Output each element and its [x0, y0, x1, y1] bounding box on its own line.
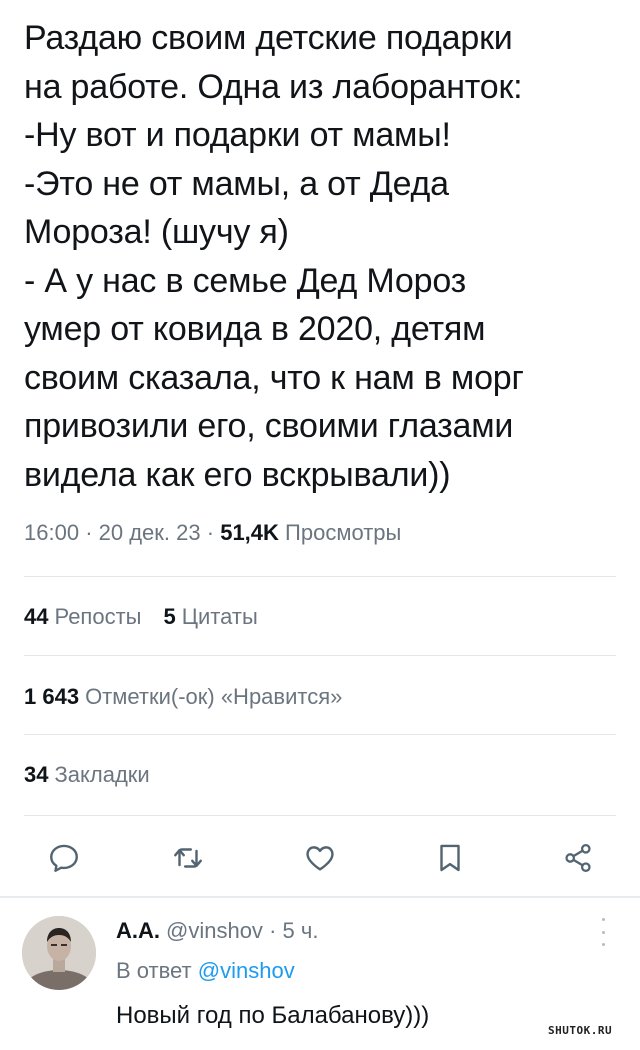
- bookmarks-label: Закладки: [54, 762, 150, 787]
- meta-separator: ·: [85, 520, 93, 545]
- retweet-icon: [174, 848, 202, 868]
- bookmarks-count: 34: [24, 762, 49, 787]
- bookmarks-stat[interactable]: 34 Закладки: [24, 762, 150, 788]
- action-bar: [0, 832, 640, 882]
- reposts-label: Репосты: [54, 604, 142, 629]
- likes-stat[interactable]: 1 643 Отметки(-ок) «Нравится»: [24, 684, 342, 710]
- divider: [24, 734, 616, 735]
- tweet-text-line: -Это не от мамы, а от Деда: [24, 164, 449, 203]
- like-button[interactable]: [300, 838, 340, 878]
- tweet-date[interactable]: 20 дек. 23: [99, 520, 201, 545]
- reply-author-handle[interactable]: @vinshov: [166, 918, 263, 943]
- divider: [24, 815, 616, 816]
- meta-separator: ·: [206, 520, 215, 545]
- meta-separator: ·: [269, 918, 277, 943]
- reply-text: Новый год по Балабанову))): [116, 1002, 430, 1029]
- reply-button[interactable]: [44, 838, 84, 878]
- reposts-quotes-row: 44 Репосты 5 Цитаты: [24, 604, 258, 630]
- tweet-text: Раздаю своим детские подарки на работе. …: [24, 14, 624, 499]
- reposts-stat[interactable]: 44 Репосты: [24, 604, 141, 629]
- views-count: 51,4K: [220, 520, 279, 545]
- tweet-text-line: -Ну вот и подарки от мамы!: [24, 116, 451, 154]
- reply-icon: [50, 844, 78, 872]
- watermark: SHUTOK.RU: [548, 1024, 613, 1037]
- tweet-text-line: Раздаю своим детские подарки: [24, 19, 513, 57]
- share-icon: [565, 843, 591, 873]
- tweet-text-line: видела как его вскрывали)): [24, 455, 451, 494]
- reply-header: А.А. @vinshov · 5 ч.: [116, 918, 318, 944]
- reposts-count: 44: [24, 604, 49, 629]
- reply-to-line: В ответ @vinshov: [116, 958, 295, 984]
- tweet-text-line: на работе. Одна из лаборанток:: [24, 67, 523, 106]
- likes-count: 1 643: [24, 684, 80, 709]
- tweet-text-line: своим сказала, что к нам в морг: [24, 358, 524, 397]
- more-options-icon[interactable]: [596, 918, 610, 946]
- avatar[interactable]: [22, 916, 96, 990]
- reply-tweet[interactable]: А.А. @vinshov · 5 ч. В ответ @vinshov Нов…: [0, 898, 640, 1050]
- tweet-text-line: привозили его, своими глазами: [24, 407, 514, 445]
- quotes-count: 5: [163, 604, 176, 629]
- quotes-label: Цитаты: [181, 604, 258, 629]
- reply-to-prefix: В ответ: [116, 958, 192, 983]
- tweet-time[interactable]: 16:00: [24, 520, 79, 545]
- reply-to-handle[interactable]: @vinshov: [198, 958, 295, 983]
- bookmark-icon: [440, 844, 460, 872]
- reply-time[interactable]: 5 ч.: [283, 918, 319, 943]
- bookmark-button[interactable]: [430, 838, 470, 878]
- views-label: Просмотры: [285, 520, 402, 545]
- quotes-stat[interactable]: 5 Цитаты: [163, 604, 257, 629]
- likes-label: Отметки(-ок) «Нравится»: [85, 684, 343, 709]
- tweet-text-line: Мороза! (шучу я): [24, 213, 289, 251]
- tweet-meta: 16:00 · 20 дек. 23 · 51,4K Просмотры: [24, 520, 401, 546]
- like-icon: [306, 846, 334, 871]
- divider: [24, 655, 616, 656]
- share-button[interactable]: [558, 838, 598, 878]
- tweet-text-line: умер от ковида в 2020, детям: [24, 310, 486, 348]
- reply-author-name[interactable]: А.А.: [116, 918, 160, 943]
- tweet-text-line: - А у нас в семье Дед Мороз: [24, 261, 467, 300]
- retweet-button[interactable]: [168, 838, 208, 878]
- divider: [24, 576, 616, 577]
